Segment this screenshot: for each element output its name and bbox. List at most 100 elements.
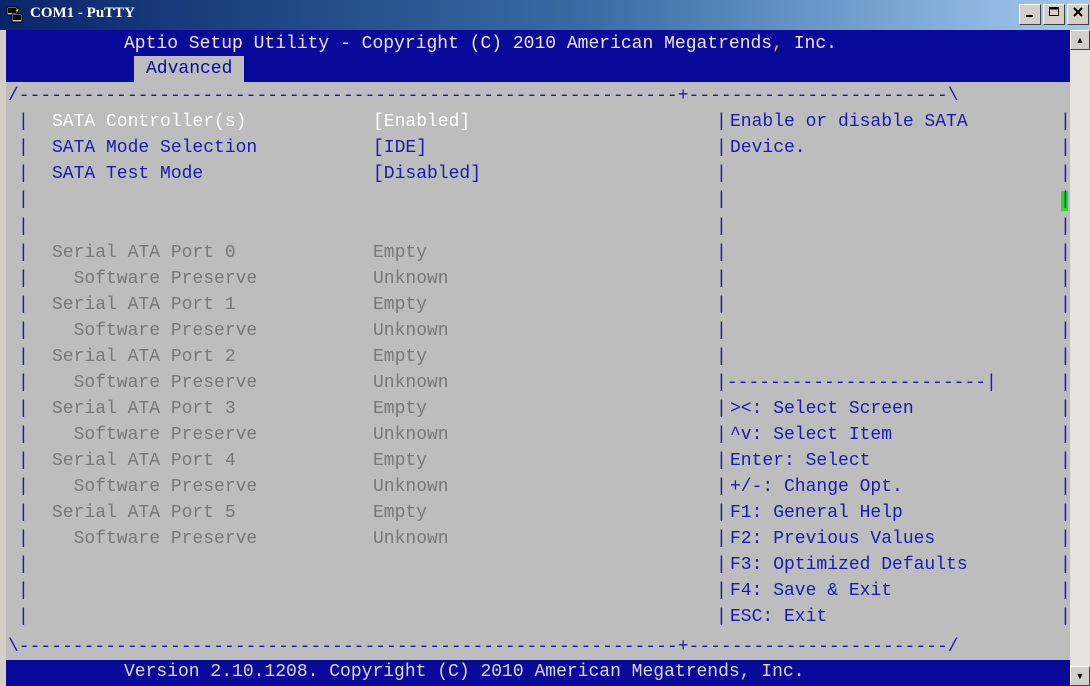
help-key: ><: Select Screen (730, 399, 914, 419)
close-button[interactable] (1067, 4, 1089, 25)
frame-vertical-border: | (716, 503, 727, 523)
frame-vertical-border: | (18, 503, 29, 523)
frame-vertical-border: | (716, 243, 727, 263)
setting-value-sata-test-mode[interactable]: [Disabled] (373, 162, 481, 186)
frame-vertical-border: | (1060, 190, 1070, 210)
terminal-screen[interactable]: Aptio Setup Utility - Copyright (C) 2010… (6, 30, 1070, 686)
frame-vertical-border: | (18, 164, 29, 184)
frame-vertical-border: | (18, 217, 29, 237)
frame-vertical-border: | (716, 399, 727, 419)
frame-vertical-border: | (1060, 138, 1070, 158)
port-label: Serial ATA Port 0 (52, 243, 236, 263)
arrow-down-icon: ▼ (1075, 671, 1085, 681)
port-label: Software Preserve (52, 425, 258, 445)
frame-vertical-border: | (1060, 425, 1070, 445)
port-value: Unknown (373, 321, 449, 341)
bios-title: Aptio Setup Utility - Copyright (C) 2010… (124, 34, 837, 54)
title-bar[interactable]: COM1 - PuTTY (0, 0, 1090, 30)
port-value: Empty (373, 451, 428, 471)
bios-title-text: Aptio Setup Utility - Copyright (C) 2010… (124, 34, 773, 54)
minimize-icon (1026, 15, 1033, 17)
frame-bottom-border: \---------------------------------------… (8, 637, 959, 657)
help-key: F3: Optimized Defaults (730, 555, 968, 575)
frame-vertical-border: | (18, 373, 29, 393)
frame-vertical-border: | (18, 529, 29, 549)
port-label: Software Preserve (52, 321, 258, 341)
bios-header: Aptio Setup Utility - Copyright (C) 2010… (6, 30, 1070, 82)
port-value: Unknown (373, 529, 449, 549)
frame-vertical-border: | (1060, 581, 1070, 601)
frame-vertical-border: | (716, 112, 727, 132)
frame-vertical-border: | (716, 347, 727, 367)
port-label: Serial ATA Port 3 (52, 399, 236, 419)
setting-label-sata-controller[interactable]: SATA Controller(s) (52, 110, 246, 134)
frame-vertical-border: | (716, 190, 727, 210)
frame-vertical-border: | (1060, 373, 1070, 393)
maximize-button[interactable] (1043, 4, 1065, 25)
frame-vertical-border: | (18, 321, 29, 341)
scroll-down-button[interactable]: ▼ (1070, 666, 1090, 686)
help-key: F2: Previous Values (730, 529, 936, 549)
frame-vertical-border: | (1060, 399, 1070, 419)
frame-vertical-border: | (1060, 555, 1070, 575)
port-value: Empty (373, 243, 428, 263)
frame-vertical-border: | (1060, 269, 1070, 289)
frame-vertical-border: | (1060, 217, 1070, 237)
port-value: Unknown (373, 373, 449, 393)
window-title: COM1 - PuTTY (30, 5, 135, 21)
arrow-up-icon: ▲ (1075, 35, 1085, 45)
help-key: F1: General Help (730, 503, 903, 523)
frame-vertical-border: | (18, 138, 29, 158)
frame-vertical-border: | (18, 581, 29, 601)
frame-vertical-border: | (1060, 347, 1070, 367)
frame-vertical-border: | (1060, 607, 1070, 627)
frame-vertical-border: | (1060, 477, 1070, 497)
frame-vertical-border: | (18, 425, 29, 445)
bios-title-comma: , (772, 34, 783, 54)
frame-vertical-border: | (716, 425, 727, 445)
frame-vertical-border: | (18, 451, 29, 471)
tab-advanced[interactable]: Advanced (134, 56, 245, 82)
vertical-scrollbar[interactable]: ▲ ▼ (1070, 30, 1090, 686)
frame-vertical-border: | (1060, 321, 1070, 341)
scrollbar-track[interactable] (1070, 50, 1090, 666)
frame-vertical-border: | (716, 164, 727, 184)
frame-vertical-border: | (18, 269, 29, 289)
maximize-icon (1049, 7, 1059, 16)
frame-vertical-border: | (716, 269, 727, 289)
frame-vertical-border: | (18, 607, 29, 627)
frame-vertical-border: | (716, 295, 727, 315)
frame-vertical-border: | (716, 529, 727, 549)
frame-vertical-border: | (716, 451, 727, 471)
frame-top-border: /---------------------------------------… (8, 86, 959, 106)
frame-vertical-border: | (18, 347, 29, 367)
frame-vertical-border: | (18, 555, 29, 575)
frame-vertical-border: | (1060, 112, 1070, 132)
port-value: Empty (373, 399, 428, 419)
putty-window: COM1 - PuTTY Aptio Setup Utility - Copyr… (0, 0, 1090, 686)
setting-label-sata-test-mode[interactable]: SATA Test Mode (52, 162, 203, 186)
footer-text: Version 2.10.1208. Copyright (C) 2010 Am… (124, 662, 805, 682)
port-label: Software Preserve (52, 373, 258, 393)
port-label: Serial ATA Port 5 (52, 503, 236, 523)
port-label: Serial ATA Port 1 (52, 295, 236, 315)
frame-vertical-border: | (1060, 164, 1070, 184)
port-label: Serial ATA Port 2 (52, 347, 236, 367)
port-label: Software Preserve (52, 477, 258, 497)
scroll-up-button[interactable]: ▲ (1070, 30, 1090, 50)
setting-value-sata-controller[interactable]: [Enabled] (373, 110, 470, 134)
frame-vertical-border: | (18, 243, 29, 263)
putty-icon (6, 6, 23, 23)
help-key: Enter: Select (730, 451, 871, 471)
frame-vertical-border: | (18, 399, 29, 419)
frame-vertical-border: | (1060, 451, 1070, 471)
frame-vertical-border: | (18, 477, 29, 497)
help-separator: |------------------------| (716, 373, 997, 393)
frame-vertical-border: | (716, 581, 727, 601)
port-value: Empty (373, 295, 428, 315)
setting-label-sata-mode[interactable]: SATA Mode Selection (52, 136, 257, 160)
help-key: ^v: Select Item (730, 425, 893, 445)
port-value: Unknown (373, 477, 449, 497)
minimize-button[interactable] (1019, 4, 1041, 25)
setting-value-sata-mode[interactable]: [IDE] (373, 136, 427, 160)
